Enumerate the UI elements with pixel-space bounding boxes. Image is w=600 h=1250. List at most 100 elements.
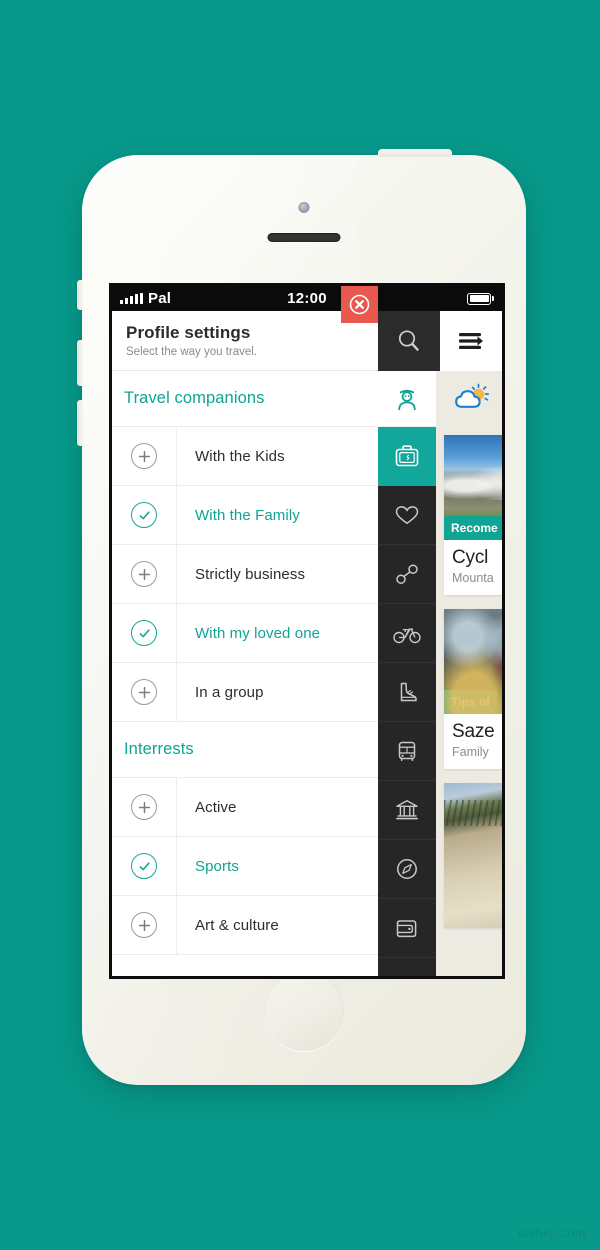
earpiece-speaker — [267, 233, 341, 242]
plus-circle-icon[interactable] — [131, 443, 157, 469]
volume-down-button[interactable] — [77, 400, 83, 446]
rail-item-bicycle[interactable] — [378, 604, 436, 663]
list-item[interactable]: In a group — [112, 663, 378, 722]
rail-item-heart[interactable] — [378, 486, 436, 545]
status-bar: Pal 12:00 — [112, 286, 502, 311]
phone-device: Pal 12:00 Profile settings Select the wa… — [77, 149, 526, 1085]
close-button[interactable] — [341, 286, 378, 323]
museum-icon — [396, 800, 418, 820]
list-item-label: Active — [195, 798, 237, 816]
home-button[interactable] — [264, 971, 344, 1051]
discover-card[interactable]: Recome Cycl Mounta — [444, 435, 502, 595]
silent-switch[interactable] — [77, 280, 83, 310]
toggle-cell[interactable] — [112, 778, 177, 836]
card-photo — [444, 783, 502, 928]
plus-circle-icon[interactable] — [131, 794, 157, 820]
route-icon — [396, 564, 418, 584]
check-circle-icon[interactable] — [131, 853, 157, 879]
section-header-interrests: Interrests — [112, 722, 378, 778]
section-header-travel-companions: Travel companions — [112, 371, 378, 427]
battery-full-icon — [467, 292, 494, 305]
toggle-cell[interactable] — [112, 837, 177, 895]
page-title: Profile settings — [126, 323, 251, 343]
rail-item-suitcase[interactable] — [378, 427, 436, 486]
search-button[interactable] — [378, 311, 440, 371]
card-photo: Recome — [444, 435, 502, 540]
menu-button[interactable] — [440, 311, 502, 371]
card-text: Saze Family — [444, 714, 502, 769]
toggle-cell[interactable] — [112, 486, 177, 544]
toggle-cell[interactable] — [112, 604, 177, 662]
rail-item-compass[interactable] — [378, 840, 436, 899]
toggle-cell[interactable] — [112, 545, 177, 603]
card-title: Cycl — [452, 547, 489, 568]
sun-cloud-icon — [455, 383, 490, 408]
list-item-label: With my loved one — [195, 624, 321, 642]
plus-circle-icon[interactable] — [131, 561, 157, 587]
boot-icon — [400, 682, 417, 702]
discover-card[interactable]: Tips of Saze Family — [444, 609, 502, 769]
list-item-label: Strictly business — [195, 565, 306, 583]
header-actions — [378, 311, 502, 371]
toggle-cell[interactable] — [112, 663, 177, 721]
card-subtitle: Mounta — [452, 571, 494, 585]
rail-item-wallet[interactable] — [378, 899, 436, 958]
list-item-label: With the Family — [195, 506, 300, 524]
power-button[interactable] — [378, 149, 452, 157]
settings-panel: Profile settings Select the way you trav… — [112, 311, 378, 976]
list-item[interactable]: Art & culture — [112, 896, 378, 955]
carrier-label: Pal — [148, 290, 172, 307]
section-label: Interrests — [124, 740, 194, 758]
rail-item-route[interactable] — [378, 545, 436, 604]
list-item[interactable]: Active — [112, 778, 378, 837]
rail-item-museum[interactable] — [378, 781, 436, 840]
signal-bars-icon — [120, 293, 143, 304]
toggle-cell[interactable] — [112, 427, 177, 485]
rail-item-boot[interactable] — [378, 663, 436, 722]
hamburger-arrow-icon — [459, 333, 483, 349]
list-item-label: Sports — [195, 857, 239, 875]
toggle-cell[interactable] — [112, 896, 177, 954]
card-tag: Tips of — [444, 690, 498, 714]
plus-circle-icon[interactable] — [131, 679, 157, 705]
screen-body: Profile settings Select the way you trav… — [112, 311, 502, 976]
status-bar-left: Pal — [120, 290, 171, 307]
page-subtitle: Select the way you travel. — [126, 345, 258, 358]
wallet-icon — [396, 920, 417, 938]
phone-screen: Pal 12:00 Profile settings Select the wa… — [109, 283, 505, 979]
discover-card[interactable] — [444, 783, 502, 928]
weather-button[interactable] — [436, 371, 502, 427]
rail-item-bus[interactable] — [378, 722, 436, 781]
card-subtitle: Family — [452, 745, 489, 759]
list-item[interactable]: With the Kids — [112, 427, 378, 486]
card-list: Recome Cycl Mounta Tips of Saze Family — [436, 427, 502, 942]
bicycle-icon — [393, 628, 421, 644]
volume-up-button[interactable] — [77, 340, 83, 386]
discover-panel: Recome Cycl Mounta Tips of Saze Family — [436, 311, 502, 976]
section-label: Travel companions — [124, 389, 265, 407]
compass-icon — [397, 859, 417, 879]
status-bar-time: 12:00 — [287, 290, 327, 307]
suitcase-icon — [395, 445, 419, 467]
list-item[interactable]: Sports — [112, 837, 378, 896]
close-circle-icon — [349, 294, 370, 315]
list-item-label: With the Kids — [195, 447, 285, 465]
list-item-label: Art & culture — [195, 916, 279, 934]
site-watermark: uisheji.com — [517, 1225, 586, 1240]
check-circle-icon[interactable] — [131, 620, 157, 646]
card-text: Cycl Mounta — [444, 540, 502, 595]
list-item[interactable]: Strictly business — [112, 545, 378, 604]
person-icon[interactable] — [378, 371, 436, 427]
bus-icon — [398, 741, 416, 761]
card-tag: Recome — [444, 516, 502, 540]
heart-icon — [395, 506, 419, 525]
icon-rail — [378, 311, 436, 976]
list-item[interactable]: With the Family — [112, 486, 378, 545]
check-circle-icon[interactable] — [131, 502, 157, 528]
panel-header: Profile settings Select the way you trav… — [112, 311, 378, 371]
front-camera-icon — [298, 202, 310, 213]
search-icon — [398, 330, 419, 351]
plus-circle-icon[interactable] — [131, 912, 157, 938]
list-item[interactable]: With my loved one — [112, 604, 378, 663]
list-item-label: In a group — [195, 683, 264, 701]
